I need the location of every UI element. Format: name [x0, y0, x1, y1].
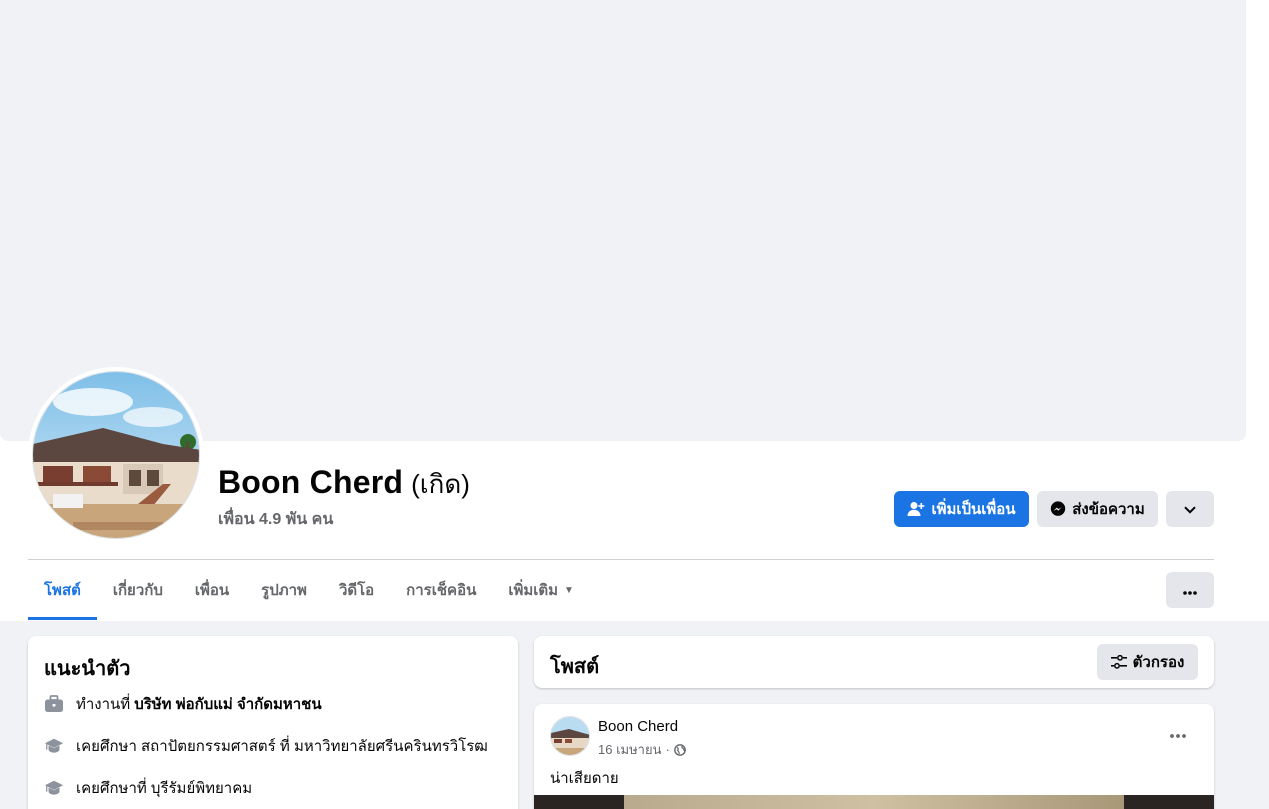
tab-label: เกี่ยวกับ	[112, 582, 163, 599]
tab-label: วิดีโอ	[338, 582, 375, 599]
tab-label: โพสต์	[44, 582, 81, 599]
globe-icon[interactable]	[673, 743, 686, 756]
intro-card: แนะนำตัว ทำงานที่ บริษัท พ่อกับแม่ จำกัด…	[28, 636, 518, 809]
tab-label: การเช็คอิน	[406, 582, 477, 599]
profile-picture-frame[interactable]	[28, 367, 204, 543]
post-meta: 16 เมษายน ·	[598, 739, 686, 760]
filter-icon	[1110, 655, 1127, 669]
add-friend-label: เพิ่มเป็นเพื่อน	[931, 501, 1016, 518]
graduation-cap-icon	[44, 778, 64, 798]
tab-label: เพื่อน	[194, 582, 230, 599]
post-author-name[interactable]: Boon Cherd	[598, 718, 678, 735]
posts-title: โพสต์	[550, 656, 600, 678]
post-text: น่าเสียดาย	[550, 770, 619, 787]
tab-posts[interactable]: โพสต์	[28, 560, 97, 620]
post-image[interactable]	[534, 795, 1214, 809]
cover-photo[interactable]	[0, 0, 1246, 441]
tab-photos[interactable]: รูปภาพ	[245, 560, 323, 620]
intro-work-text: ทำงานที่	[76, 696, 131, 713]
intro-work-company[interactable]: บริษัท พ่อกับแม่ จำกัดมหาชน	[134, 692, 321, 716]
intro-title: แนะนำตัว	[44, 658, 131, 680]
intro-school-text: เคยศึกษาที่ บุรีรัมย์พิทยาคม	[76, 780, 253, 797]
profile-name-row: Boon Cherd (เกิด)	[218, 464, 470, 505]
post-options-button[interactable]	[1160, 722, 1196, 746]
messenger-icon	[1050, 501, 1066, 517]
tab-label: รูปภาพ	[261, 582, 307, 599]
tab-friends[interactable]: เพื่อน	[179, 560, 245, 620]
post-author-avatar[interactable]	[550, 716, 590, 756]
profile-picture[interactable]	[32, 371, 200, 539]
tab-check-ins[interactable]: การเช็คอิน	[390, 560, 492, 620]
chevron-down-icon	[1184, 501, 1196, 518]
intro-item-school: เคยศึกษาที่ บุรีรัมย์พิทยาคม	[44, 776, 252, 800]
profile-options-button[interactable]	[1166, 491, 1214, 527]
post-date[interactable]: 16 เมษายน	[598, 739, 661, 760]
send-message-label: ส่งข้อความ	[1072, 501, 1145, 518]
tab-about[interactable]: เกี่ยวกับ	[97, 560, 179, 620]
filter-button[interactable]: ตัวกรอง	[1097, 644, 1198, 680]
profile-alternate-name: (เกิด)	[411, 469, 470, 499]
send-message-button[interactable]: ส่งข้อความ	[1037, 491, 1158, 527]
tab-more[interactable]: เพิ่มเติม ▼	[492, 560, 590, 620]
ellipsis-icon	[1183, 582, 1197, 599]
graduation-cap-icon	[44, 736, 64, 756]
filter-label: ตัวกรอง	[1132, 654, 1185, 671]
add-friend-button[interactable]: เพิ่มเป็นเพื่อน	[894, 491, 1029, 527]
caret-down-icon: ▼	[564, 584, 574, 596]
posts-header-card: โพสต์ ตัวกรอง	[534, 636, 1214, 688]
scrollbar-track[interactable]	[1246, 0, 1269, 621]
post-meta-separator: ·	[665, 742, 670, 757]
add-friend-icon	[907, 501, 925, 517]
profile-name: Boon Cherd	[218, 464, 404, 500]
friends-count-link[interactable]: เพื่อน 4.9 พัน คน	[218, 507, 333, 532]
tabs-more-options-button[interactable]	[1166, 572, 1214, 608]
profile-tabs: โพสต์ เกี่ยวกับ เพื่อน รูปภาพ วิดีโอ การ…	[28, 560, 590, 620]
intro-education-text: เคยศึกษา สถาปัตยกรรมศาสตร์ ที่ มหาวิทยาล…	[76, 738, 488, 755]
tab-label: เพิ่มเติม	[508, 582, 559, 599]
post-card: Boon Cherd 16 เมษายน · น่าเสียดาย	[534, 704, 1214, 809]
intro-item-work: ทำงานที่ บริษัท พ่อกับแม่ จำกัดมหาชน	[44, 692, 322, 716]
intro-item-education: เคยศึกษา สถาปัตยกรรมศาสตร์ ที่ มหาวิทยาล…	[44, 734, 488, 758]
tab-videos[interactable]: วิดีโอ	[323, 560, 390, 620]
post-image-content	[624, 795, 1124, 809]
briefcase-icon	[44, 694, 64, 714]
ellipsis-icon	[1170, 725, 1186, 743]
